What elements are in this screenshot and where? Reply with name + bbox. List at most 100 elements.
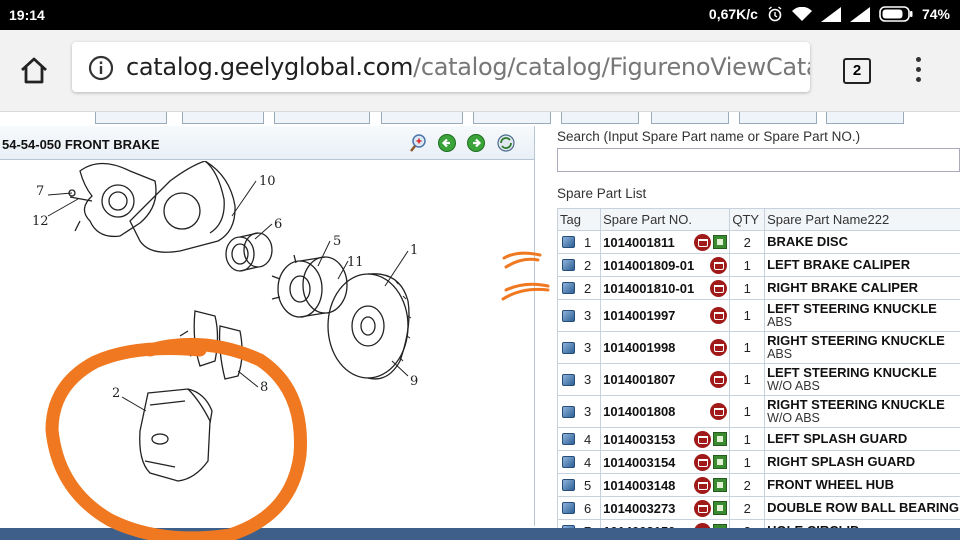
- part-3d-icon[interactable]: [562, 433, 575, 445]
- part-3d-icon[interactable]: [562, 456, 575, 468]
- qty-cell: 1: [729, 276, 766, 300]
- cart-icon[interactable]: [694, 499, 712, 517]
- picture-icon[interactable]: [713, 235, 728, 249]
- part-no-cell[interactable]: 1014001809-01: [600, 253, 731, 277]
- table-row[interactable]: 3 1014001808 1 RIGHT STEERING KNUCKLE W/O AB…: [556, 395, 960, 428]
- cart-icon[interactable]: [694, 476, 712, 494]
- alarm-icon: [768, 6, 782, 22]
- nav-button[interactable]: [182, 112, 264, 124]
- part-no-cell[interactable]: 1014001810-01: [600, 276, 731, 300]
- tag-cell[interactable]: 6: [556, 496, 602, 520]
- info-icon[interactable]: [88, 55, 114, 81]
- col-qty[interactable]: QTY: [729, 208, 766, 231]
- cart-icon[interactable]: [710, 403, 728, 420]
- nav-button[interactable]: [95, 112, 167, 124]
- part-3d-icon[interactable]: [562, 373, 575, 386]
- forward-arrow-icon[interactable]: [466, 133, 486, 153]
- tag-cell[interactable]: 4: [556, 427, 602, 451]
- table-row[interactable]: 4 1014003154 1 RIGHT SPLASH GUARD: [556, 450, 960, 474]
- part-variant: ABS: [767, 347, 793, 361]
- cart-icon[interactable]: [710, 279, 728, 297]
- table-row[interactable]: 1 1014001811 2 BRAKE DISC: [556, 230, 960, 254]
- name-cell: BRAKE DISC: [764, 230, 960, 254]
- nav-button[interactable]: [826, 112, 904, 124]
- wifi-icon: [791, 6, 812, 21]
- cart-icon[interactable]: [710, 307, 728, 324]
- part-3d-icon[interactable]: [562, 502, 575, 514]
- callout-10: 10: [259, 174, 276, 189]
- tag-cell[interactable]: 3: [556, 331, 602, 364]
- part-no-cell[interactable]: 1014001997: [600, 299, 731, 332]
- name-cell: LEFT SPLASH GUARD: [764, 427, 960, 451]
- table-row[interactable]: 3 1014001997 1 LEFT STEERING KNUCKLE ABS: [556, 299, 960, 332]
- cart-icon[interactable]: [710, 371, 728, 388]
- picture-icon[interactable]: [713, 455, 728, 469]
- tag-value: 1: [584, 234, 592, 250]
- tab-switcher-button[interactable]: 2: [843, 58, 871, 84]
- table-row[interactable]: 3 1014001807 1 LEFT STEERING KNUCKLE W/O ABS: [556, 363, 960, 396]
- part-name: BRAKE DISC: [767, 234, 848, 249]
- part-no-cell[interactable]: 1014003148: [600, 473, 731, 497]
- home-icon[interactable]: [18, 55, 50, 87]
- tag-cell[interactable]: 2: [556, 276, 602, 300]
- tag-cell[interactable]: 3: [556, 299, 602, 332]
- part-3d-icon[interactable]: [562, 309, 575, 322]
- col-part-no[interactable]: Spare Part NO.: [600, 208, 731, 231]
- picture-icon[interactable]: [713, 501, 728, 515]
- refresh-icon[interactable]: [496, 133, 516, 153]
- part-no-cell[interactable]: 1014003273: [600, 496, 731, 520]
- cart-icon[interactable]: [710, 256, 728, 274]
- part-no-cell[interactable]: 1014003153: [600, 427, 731, 451]
- table-row[interactable]: 6 1014003273 2 DOUBLE ROW BALL BEARING: [556, 496, 960, 520]
- table-row[interactable]: 4 1014003153 1 LEFT SPLASH GUARD: [556, 427, 960, 451]
- part-no-cell[interactable]: 1014003154: [600, 450, 731, 474]
- part-no-cell[interactable]: 1014001808: [600, 395, 731, 428]
- part-3d-icon[interactable]: [562, 259, 575, 271]
- part-3d-icon[interactable]: [562, 405, 575, 418]
- part-no-cell[interactable]: 1014001998: [600, 331, 731, 364]
- table-row[interactable]: 3 1014001998 1 RIGHT STEERING KNUCKLE ABS: [556, 331, 960, 364]
- search-input[interactable]: [557, 148, 960, 172]
- part-no-cell[interactable]: 1014001811: [600, 230, 731, 254]
- qty-cell: 1: [729, 299, 766, 332]
- part-variant: W/O ABS: [767, 411, 820, 425]
- col-tag[interactable]: Tag: [556, 208, 602, 231]
- battery-percent: 74%: [921, 6, 950, 22]
- part-no-cell[interactable]: 1014001807: [600, 363, 731, 396]
- table-row[interactable]: 2 1014001809-01 1 LEFT BRAKE CALIPER: [556, 253, 960, 277]
- part-3d-icon[interactable]: [562, 236, 575, 248]
- picture-icon[interactable]: [713, 478, 728, 492]
- picture-icon[interactable]: [713, 432, 728, 446]
- tag-cell[interactable]: 3: [556, 395, 602, 428]
- status-bar: 19:14 0,67K/c 74%: [0, 0, 960, 30]
- cart-icon[interactable]: [694, 430, 712, 448]
- nav-button[interactable]: [739, 112, 817, 124]
- back-arrow-icon[interactable]: [437, 133, 457, 153]
- part-name: RIGHT STEERING KNUCKLE: [767, 333, 945, 348]
- zoom-in-icon[interactable]: [408, 133, 428, 153]
- overflow-menu-icon[interactable]: [912, 57, 924, 87]
- nav-button[interactable]: [381, 112, 463, 124]
- col-name[interactable]: Spare Part Name222: [764, 208, 960, 231]
- tag-cell[interactable]: 5: [556, 473, 602, 497]
- nav-button[interactable]: [473, 112, 551, 124]
- tag-cell[interactable]: 1: [556, 230, 602, 254]
- name-cell: RIGHT STEERING KNUCKLE ABS: [764, 331, 960, 364]
- part-3d-icon[interactable]: [562, 479, 575, 491]
- cart-icon[interactable]: [694, 233, 712, 251]
- tag-cell[interactable]: 2: [556, 253, 602, 277]
- tag-cell[interactable]: 3: [556, 363, 602, 396]
- part-3d-icon[interactable]: [562, 341, 575, 354]
- tag-cell[interactable]: 4: [556, 450, 602, 474]
- nav-button[interactable]: [561, 112, 639, 124]
- cart-icon[interactable]: [710, 339, 728, 356]
- callout-9: 9: [410, 374, 418, 389]
- callout-8: 8: [260, 380, 268, 395]
- cart-icon[interactable]: [694, 453, 712, 471]
- table-row[interactable]: 2 1014001810-01 1 RIGHT BRAKE CALIPER: [556, 276, 960, 300]
- table-row[interactable]: 5 1014003148 2 FRONT WHEEL HUB: [556, 473, 960, 497]
- nav-button[interactable]: [274, 112, 370, 124]
- nav-button[interactable]: [651, 112, 729, 124]
- part-3d-icon[interactable]: [562, 282, 575, 294]
- url-bar[interactable]: catalog.geelyglobal.com/catalog/catalog/…: [72, 42, 810, 92]
